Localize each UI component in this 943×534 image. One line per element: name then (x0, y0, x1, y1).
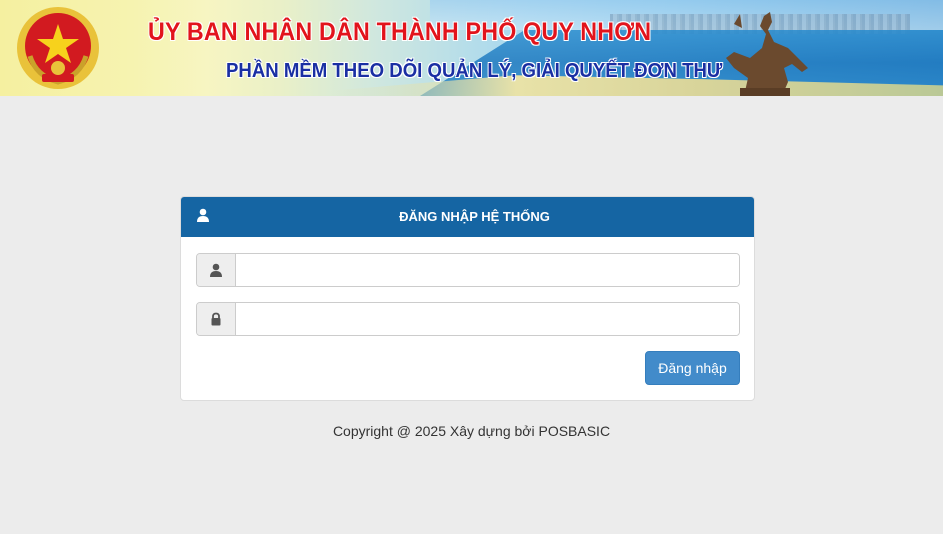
header-banner: ỦY BAN NHÂN DÂN THÀNH PHỐ QUY NHƠN PHẦN … (0, 0, 943, 96)
username-addon (197, 254, 236, 286)
password-addon (197, 303, 236, 335)
equestrian-statue-icon (726, 12, 808, 96)
banner-subtitle: PHẦN MỀM THEO DÕI QUẢN LÝ, GIẢI QUYẾT ĐƠ… (226, 60, 723, 82)
user-icon (210, 263, 222, 277)
footer-copyright: Copyright @ 2025 Xây dựng bởi POSBASIC (332, 423, 611, 439)
password-input[interactable] (236, 303, 739, 335)
login-panel: ĐĂNG NHẬP HỆ THỐNG Đăng nhập (180, 196, 755, 401)
password-field (196, 302, 740, 336)
login-panel-header: ĐĂNG NHẬP HỆ THỐNG (181, 197, 754, 237)
login-title: ĐĂNG NHẬP HỆ THỐNG (399, 209, 550, 224)
username-field (196, 253, 740, 287)
lock-icon (211, 312, 221, 326)
banner-title: ỦY BAN NHÂN DÂN THÀNH PHỐ QUY NHƠN (148, 18, 652, 46)
login-button[interactable]: Đăng nhập (645, 351, 740, 385)
vietnam-national-emblem-icon (17, 7, 99, 89)
username-input[interactable] (236, 254, 739, 286)
